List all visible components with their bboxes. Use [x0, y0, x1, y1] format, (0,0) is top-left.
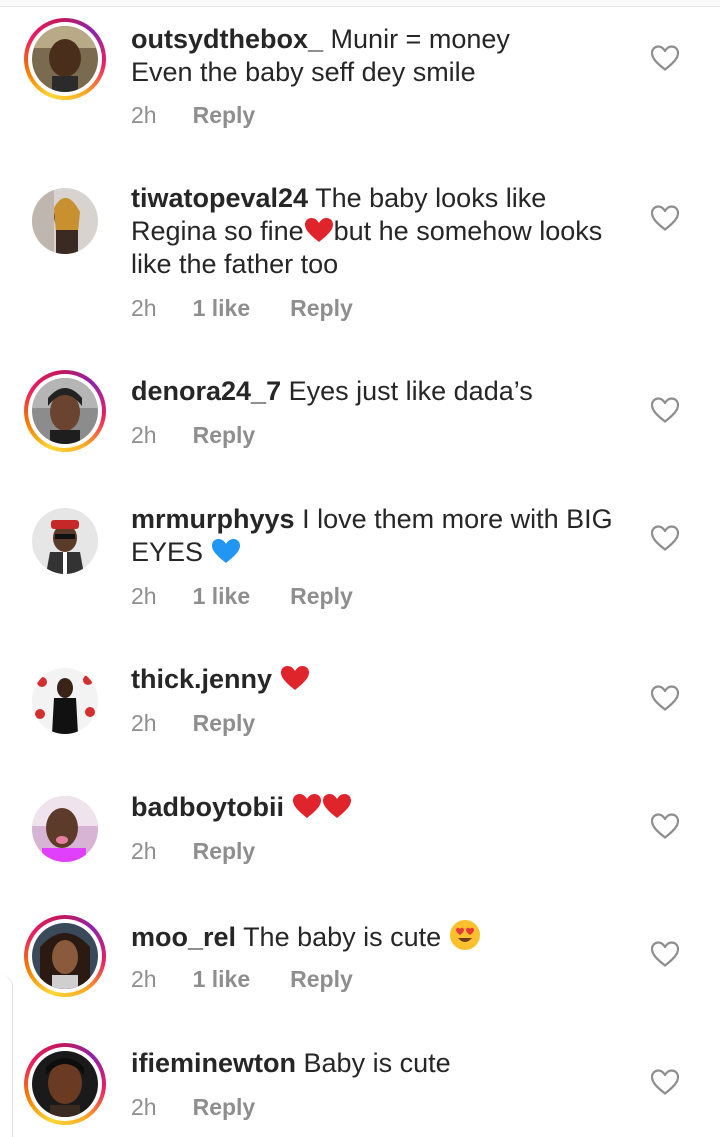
- username[interactable]: outsydthebox_: [131, 24, 323, 54]
- top-divider: [0, 0, 720, 7]
- comment-time: 2h: [131, 295, 157, 321]
- reply-button[interactable]: Reply: [193, 710, 256, 736]
- comment-text: badboytobii: [131, 791, 631, 824]
- comment-meta: 2h Reply: [131, 1094, 255, 1121]
- username[interactable]: denora24_7: [131, 376, 281, 406]
- red-heart-emoji: [304, 217, 334, 243]
- reply-button[interactable]: Reply: [290, 295, 353, 321]
- heart-eyes-emoji: [449, 919, 481, 951]
- comment-time: 2h: [131, 583, 157, 609]
- blue-heart-emoji: [211, 538, 241, 564]
- heart-outline-icon[interactable]: [650, 940, 680, 968]
- username[interactable]: badboytobii: [131, 792, 284, 822]
- avatar[interactable]: [24, 1043, 106, 1125]
- comment-text: mrmurphyys I love them more with BIG EYE…: [131, 504, 613, 567]
- comment-time: 2h: [131, 1094, 157, 1120]
- avatar[interactable]: [24, 500, 106, 582]
- heart-outline-icon[interactable]: [650, 524, 680, 552]
- avatar[interactable]: [24, 788, 106, 870]
- avatar[interactable]: [24, 660, 106, 742]
- likes-count[interactable]: 1 like: [193, 583, 251, 609]
- username[interactable]: tiwatopeval24: [131, 183, 308, 213]
- comment-text: ifieminewton Baby is cute: [131, 1048, 451, 1078]
- red-heart-emoji: [280, 665, 310, 691]
- comment-meta: 2h Reply: [131, 102, 255, 129]
- comment-text: denora24_7 Eyes just like dada’s: [131, 376, 533, 406]
- avatar[interactable]: [24, 180, 106, 262]
- heart-outline-icon[interactable]: [650, 204, 680, 232]
- reply-button[interactable]: Reply: [193, 102, 256, 128]
- username[interactable]: moo_rel: [131, 922, 236, 952]
- heart-outline-icon[interactable]: [650, 396, 680, 424]
- username[interactable]: mrmurphyys: [131, 504, 295, 534]
- comment-meta: 2h 1 like Reply: [131, 966, 353, 993]
- avatar[interactable]: [24, 915, 106, 997]
- comment-meta: 2h Reply: [131, 838, 255, 865]
- likes-count[interactable]: 1 like: [193, 295, 251, 321]
- avatar[interactable]: [24, 370, 106, 452]
- comment-time: 2h: [131, 838, 157, 864]
- reply-button[interactable]: Reply: [193, 422, 256, 448]
- edge-panel-handle[interactable]: [0, 975, 13, 1137]
- comment-meta: 2h Reply: [131, 422, 255, 449]
- comment-meta: 2h Reply: [131, 710, 255, 737]
- heart-outline-icon[interactable]: [650, 812, 680, 840]
- comment-meta: 2h 1 like Reply: [131, 583, 353, 610]
- username[interactable]: thick.jenny: [131, 664, 272, 694]
- comment-time: 2h: [131, 422, 157, 448]
- reply-button[interactable]: Reply: [193, 1094, 256, 1120]
- likes-count[interactable]: 1 like: [193, 966, 251, 992]
- comment-meta: 2h 1 like Reply: [131, 295, 353, 322]
- comment-text: tiwatopeval24 The baby looks like Regina…: [131, 183, 603, 279]
- comment-time: 2h: [131, 102, 157, 128]
- reply-button[interactable]: Reply: [193, 838, 256, 864]
- heart-outline-icon[interactable]: [650, 44, 680, 72]
- username[interactable]: ifieminewton: [131, 1048, 296, 1078]
- heart-outline-icon[interactable]: [650, 1068, 680, 1096]
- red-heart-emoji: [322, 793, 352, 819]
- comment-text: thick.jenny: [131, 663, 631, 696]
- reply-button[interactable]: Reply: [290, 966, 353, 992]
- comment-time: 2h: [131, 966, 157, 992]
- avatar[interactable]: [24, 18, 106, 100]
- comment-time: 2h: [131, 710, 157, 736]
- heart-outline-icon[interactable]: [650, 684, 680, 712]
- reply-button[interactable]: Reply: [290, 583, 353, 609]
- comment-text: outsydthebox_ Munir = money Even the bab…: [131, 24, 510, 87]
- red-heart-emoji: [292, 793, 322, 819]
- comment-text: moo_rel The baby is cute: [131, 919, 631, 954]
